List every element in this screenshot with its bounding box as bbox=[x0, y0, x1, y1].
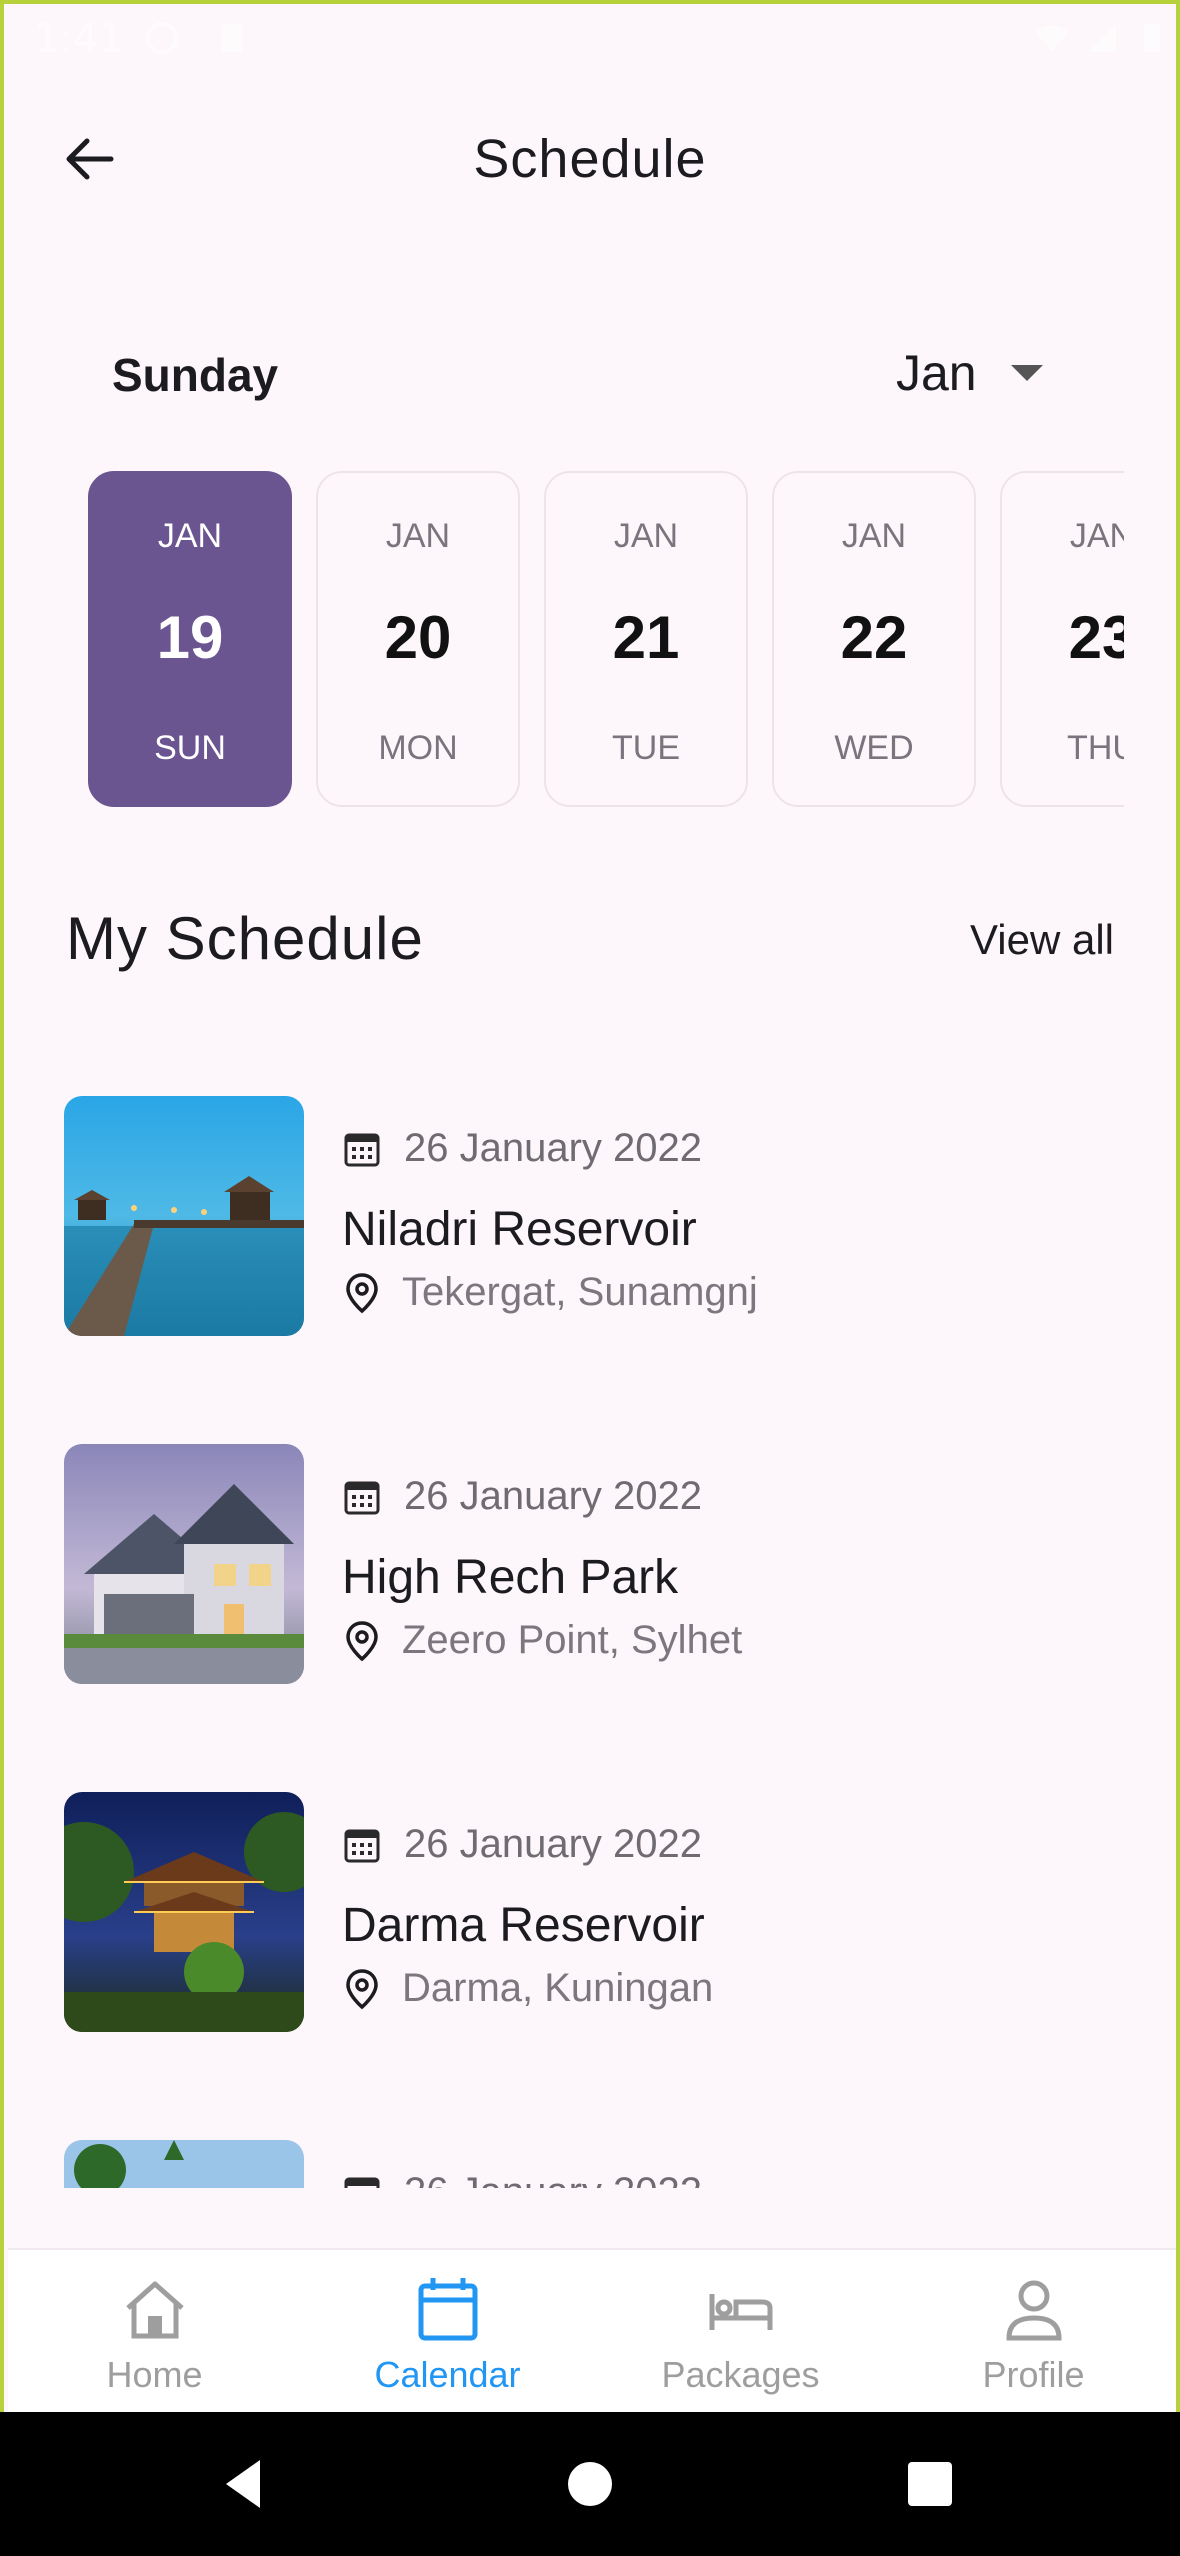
bed-icon bbox=[709, 2294, 772, 2330]
sync-icon bbox=[146, 22, 178, 54]
item-location: Tekergat, Sunamgnj bbox=[402, 1270, 758, 1314]
nav-item-home[interactable]: Home bbox=[8, 2250, 301, 2412]
item-date-row: 26 January 2022 bbox=[342, 2170, 702, 2188]
status-bar: 1:41 bbox=[4, 4, 1176, 74]
battery-icon bbox=[1144, 24, 1160, 52]
nav-label-home: Home bbox=[106, 2354, 203, 2395]
nav-label-calendar: Calendar bbox=[374, 2354, 521, 2395]
location-pin-icon bbox=[346, 1620, 378, 1661]
nav-label-packages: Packages bbox=[661, 2354, 820, 2395]
item-date: 26 January 2022 bbox=[404, 2170, 702, 2188]
month-dropdown[interactable]: Jan bbox=[896, 344, 1043, 402]
sd-card-icon bbox=[222, 24, 242, 52]
item-location: Zeero Point, Sylhet bbox=[402, 1618, 743, 1662]
date-weekday: SUN bbox=[154, 729, 226, 767]
bottom-navigation: Home Calendar Packages Profile bbox=[8, 2248, 1176, 2412]
item-date: 26 January 2022 bbox=[404, 1822, 703, 1866]
date-month: JAN bbox=[841, 517, 907, 555]
nav-item-profile[interactable]: Profile bbox=[887, 2250, 1176, 2412]
landscape-thumbnail bbox=[64, 2140, 304, 2188]
item-date: 26 January 2022 bbox=[404, 1474, 703, 1518]
date-weekday: MON bbox=[378, 729, 458, 767]
recents-square-icon[interactable] bbox=[898, 2452, 962, 2516]
date-month: JAN bbox=[157, 517, 223, 555]
home-circle-icon[interactable] bbox=[558, 2452, 622, 2516]
item-location: Darma, Kuningan bbox=[402, 1966, 714, 2010]
schedule-list[interactable]: 26 January 2022 Niladri Reservoir Tekerg… bbox=[4, 1096, 1176, 2188]
pier-thumbnail bbox=[64, 1096, 304, 1336]
nav-item-packages[interactable]: Packages bbox=[594, 2250, 887, 2412]
date-weekday: TUE bbox=[612, 729, 680, 767]
date-strip[interactable]: JAN 19 SUN JAN 20 MON JAN 21 TUE JAN 22 … bbox=[88, 471, 1124, 807]
calendar-icon bbox=[418, 2278, 477, 2341]
house-thumbnail bbox=[64, 1444, 304, 1684]
nav-item-calendar[interactable]: Calendar bbox=[301, 2250, 594, 2412]
app-screen: 1:41 Schedule Sunday Jan JAN 19 SUN JAN … bbox=[0, 0, 1180, 2412]
item-location-row: Darma, Kuningan bbox=[342, 1966, 713, 2011]
date-card[interactable]: JAN 20 MON bbox=[316, 471, 520, 807]
chevron-down-icon bbox=[1010, 365, 1043, 381]
month-label: Jan bbox=[896, 345, 977, 401]
date-number: 20 bbox=[384, 604, 452, 671]
item-date-row: 26 January 2022 bbox=[342, 1474, 702, 1519]
date-card[interactable]: JAN 23 THU bbox=[1000, 471, 1124, 807]
item-date-row: 26 January 2022 bbox=[342, 1126, 702, 1171]
system-navigation-bar bbox=[0, 2412, 1180, 2556]
item-location-row: Zeero Point, Sylhet bbox=[342, 1618, 742, 1663]
item-date: 26 January 2022 bbox=[404, 1126, 703, 1170]
date-month: JAN bbox=[1069, 517, 1124, 555]
date-weekday: THU bbox=[1067, 729, 1124, 767]
date-number: 21 bbox=[612, 604, 680, 671]
date-number: 22 bbox=[840, 604, 908, 671]
date-card[interactable]: JAN 22 WED bbox=[772, 471, 976, 807]
calendar-icon bbox=[344, 1133, 380, 1166]
home-icon bbox=[125, 2281, 184, 2339]
date-card[interactable]: JAN 21 TUE bbox=[544, 471, 748, 807]
date-month: JAN bbox=[613, 517, 679, 555]
status-time: 1:41 bbox=[34, 16, 124, 62]
page-title: Schedule bbox=[473, 129, 707, 189]
calendar-icon bbox=[344, 1829, 380, 1862]
item-title: High Rech Park bbox=[342, 1551, 679, 1604]
selected-day-name: Sunday bbox=[112, 349, 279, 401]
back-triangle-icon[interactable] bbox=[214, 2452, 278, 2516]
item-date-row: 26 January 2022 bbox=[342, 1822, 702, 1867]
list-item[interactable]: 26 January 2022 High Rech Park Zeero Poi… bbox=[64, 1444, 1124, 1684]
date-number: 19 bbox=[156, 604, 224, 671]
item-title: Darma Reservoir bbox=[342, 1899, 705, 1952]
location-pin-icon bbox=[346, 1968, 378, 2009]
location-pin-icon bbox=[346, 1272, 378, 1313]
date-number: 23 bbox=[1068, 604, 1124, 671]
calendar-icon bbox=[344, 1481, 380, 1514]
date-month: JAN bbox=[385, 517, 451, 555]
view-all-link[interactable]: View all bbox=[970, 916, 1114, 964]
date-weekday: WED bbox=[834, 729, 914, 767]
person-icon bbox=[1005, 2280, 1062, 2341]
pagoda-thumbnail bbox=[64, 1792, 304, 2032]
date-card[interactable]: JAN 19 SUN bbox=[88, 471, 292, 807]
nav-label-profile: Profile bbox=[982, 2354, 1085, 2395]
list-item[interactable]: 26 January 2022 Niladri Reservoir Tekerg… bbox=[64, 1096, 1124, 1336]
section-title: My Schedule bbox=[66, 905, 424, 972]
signal-icon bbox=[1088, 24, 1116, 52]
list-item[interactable]: 26 January 2022 bbox=[64, 2140, 1124, 2188]
item-title: Niladri Reservoir bbox=[342, 1203, 697, 1256]
list-item[interactable]: 26 January 2022 Darma Reservoir Darma, K… bbox=[64, 1792, 1124, 2032]
wifi-icon bbox=[1036, 25, 1068, 52]
calendar-icon bbox=[344, 2177, 380, 2188]
item-location-row: Tekergat, Sunamgnj bbox=[342, 1270, 758, 1315]
